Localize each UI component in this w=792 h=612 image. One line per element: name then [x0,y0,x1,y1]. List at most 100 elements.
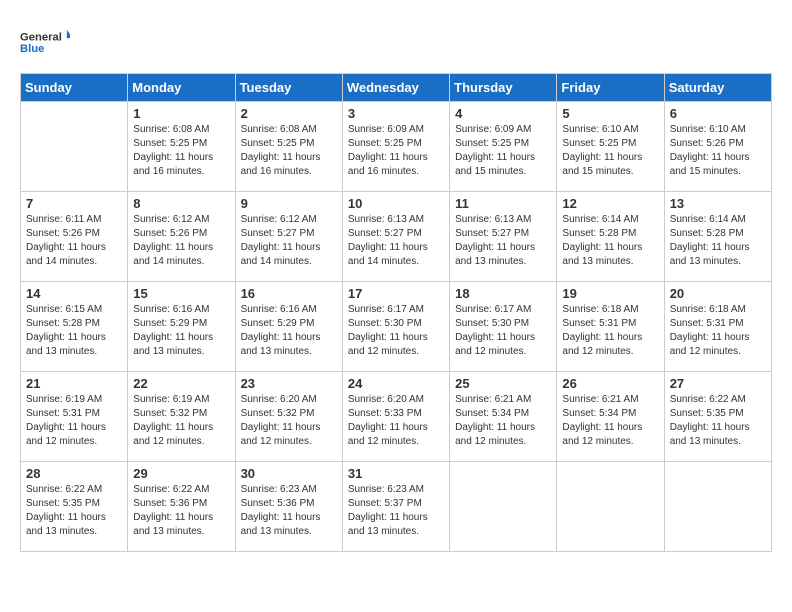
day-info: Sunrise: 6:22 AMSunset: 5:35 PMDaylight:… [670,393,766,449]
calendar-cell: 9 Sunrise: 6:12 AMSunset: 5:27 PMDaylight… [235,192,342,282]
calendar-cell: 12Sunrise: 6:14 AMSunset: 5:28 PMDayligh… [557,192,664,282]
calendar-cell: 20 Sunrise: 6:18 AMSunset: 5:31 PMDayligh… [664,282,771,372]
day-info: Sunrise: 6:20 AMSunset: 5:33 PMDaylight:… [348,393,444,449]
day-number: 19 [562,286,658,301]
svg-text:General: General [20,32,62,44]
calendar-cell: 6 Sunrise: 6:10 AMSunset: 5:26 PMDaylight… [664,102,771,192]
day-info: Sunrise: 6:12 AMSunset: 5:27 PMDaylight:… [241,213,337,269]
calendar-cell: 19Sunrise: 6:18 AMSunset: 5:31 PMDayligh… [557,282,664,372]
logo: General Blue [20,20,70,65]
day-info: Sunrise: 6:13 AMSunset: 5:27 PMDaylight:… [455,213,551,269]
header-wednesday: Wednesday [342,74,449,102]
day-number: 13 [670,196,766,211]
day-number: 10 [348,196,444,211]
day-info: Sunrise: 6:12 AMSunset: 5:26 PMDaylight:… [133,213,229,269]
calendar-cell: 25 Sunrise: 6:21 AMSunset: 5:34 PMDayligh… [450,372,557,462]
day-number: 24 [348,376,444,391]
day-number: 16 [241,286,337,301]
day-info: Sunrise: 6:10 AMSunset: 5:26 PMDaylight:… [670,123,766,179]
day-info: Sunrise: 6:17 AMSunset: 5:30 PMDaylight:… [348,303,444,359]
day-number: 8 [133,196,229,211]
calendar-cell: 23 Sunrise: 6:20 AMSunset: 5:32 PMDayligh… [235,372,342,462]
calendar-cell: 13 Sunrise: 6:14 AMSunset: 5:28 PMDayligh… [664,192,771,282]
week-row-5: 28 Sunrise: 6:22 AMSunset: 5:35 PMDayligh… [21,462,772,552]
calendar-cell: 28 Sunrise: 6:22 AMSunset: 5:35 PMDayligh… [21,462,128,552]
calendar-cell: 11Sunrise: 6:13 AMSunset: 5:27 PMDayligh… [450,192,557,282]
calendar-cell: 31Sunrise: 6:23 AMSunset: 5:37 PMDayligh… [342,462,449,552]
calendar-cell [664,462,771,552]
day-info: Sunrise: 6:16 AMSunset: 5:29 PMDaylight:… [241,303,337,359]
calendar-cell: 30 Sunrise: 6:23 AMSunset: 5:36 PMDayligh… [235,462,342,552]
logo-svg: General Blue [20,20,70,65]
day-info: Sunrise: 6:21 AMSunset: 5:34 PMDaylight:… [455,393,551,449]
day-number: 9 [241,196,337,211]
header-monday: Monday [128,74,235,102]
calendar-cell: 1 Sunrise: 6:08 AMSunset: 5:25 PMDaylight… [128,102,235,192]
calendar-cell: 10 Sunrise: 6:13 AMSunset: 5:27 PMDayligh… [342,192,449,282]
day-info: Sunrise: 6:22 AMSunset: 5:36 PMDaylight:… [133,483,229,539]
day-info: Sunrise: 6:16 AMSunset: 5:29 PMDaylight:… [133,303,229,359]
day-number: 25 [455,376,551,391]
calendar-cell: 26 Sunrise: 6:21 AMSunset: 5:34 PMDayligh… [557,372,664,462]
calendar-cell: 16 Sunrise: 6:16 AMSunset: 5:29 PMDayligh… [235,282,342,372]
calendar-cell: 4Sunrise: 6:09 AMSunset: 5:25 PMDaylight… [450,102,557,192]
day-number: 2 [241,106,337,121]
day-info: Sunrise: 6:08 AMSunset: 5:25 PMDaylight:… [133,123,229,179]
calendar-table: SundayMondayTuesdayWednesdayThursdayFrid… [20,73,772,552]
calendar-cell: 18 Sunrise: 6:17 AMSunset: 5:30 PMDayligh… [450,282,557,372]
week-row-3: 14 Sunrise: 6:15 AMSunset: 5:28 PMDayligh… [21,282,772,372]
day-info: Sunrise: 6:18 AMSunset: 5:31 PMDaylight:… [670,303,766,359]
calendar-header-row: SundayMondayTuesdayWednesdayThursdayFrid… [21,74,772,102]
header-sunday: Sunday [21,74,128,102]
calendar-cell: 29 Sunrise: 6:22 AMSunset: 5:36 PMDayligh… [128,462,235,552]
calendar-cell [557,462,664,552]
day-number: 28 [26,466,122,481]
header-thursday: Thursday [450,74,557,102]
day-number: 27 [670,376,766,391]
calendar-cell: 17 Sunrise: 6:17 AMSunset: 5:30 PMDayligh… [342,282,449,372]
calendar-cell: 24 Sunrise: 6:20 AMSunset: 5:33 PMDayligh… [342,372,449,462]
day-number: 30 [241,466,337,481]
week-row-2: 7 Sunrise: 6:11 AMSunset: 5:26 PMDaylight… [21,192,772,282]
day-number: 23 [241,376,337,391]
day-number: 7 [26,196,122,211]
calendar-cell: 2 Sunrise: 6:08 AMSunset: 5:25 PMDaylight… [235,102,342,192]
day-info: Sunrise: 6:20 AMSunset: 5:32 PMDaylight:… [241,393,337,449]
day-number: 15 [133,286,229,301]
svg-text:Blue: Blue [20,43,44,55]
day-info: Sunrise: 6:08 AMSunset: 5:25 PMDaylight:… [241,123,337,179]
day-info: Sunrise: 6:09 AMSunset: 5:25 PMDaylight:… [348,123,444,179]
day-info: Sunrise: 6:23 AMSunset: 5:36 PMDaylight:… [241,483,337,539]
day-info: Sunrise: 6:19 AMSunset: 5:32 PMDaylight:… [133,393,229,449]
calendar-cell: 8 Sunrise: 6:12 AMSunset: 5:26 PMDaylight… [128,192,235,282]
week-row-4: 21Sunrise: 6:19 AMSunset: 5:31 PMDayligh… [21,372,772,462]
calendar-cell [21,102,128,192]
day-number: 1 [133,106,229,121]
day-number: 17 [348,286,444,301]
calendar-cell: 14 Sunrise: 6:15 AMSunset: 5:28 PMDayligh… [21,282,128,372]
day-info: Sunrise: 6:14 AMSunset: 5:28 PMDaylight:… [562,213,658,269]
day-info: Sunrise: 6:14 AMSunset: 5:28 PMDaylight:… [670,213,766,269]
day-info: Sunrise: 6:15 AMSunset: 5:28 PMDaylight:… [26,303,122,359]
day-number: 4 [455,106,551,121]
day-info: Sunrise: 6:13 AMSunset: 5:27 PMDaylight:… [348,213,444,269]
header-friday: Friday [557,74,664,102]
calendar-cell: 27 Sunrise: 6:22 AMSunset: 5:35 PMDayligh… [664,372,771,462]
day-info: Sunrise: 6:17 AMSunset: 5:30 PMDaylight:… [455,303,551,359]
day-number: 3 [348,106,444,121]
day-number: 21 [26,376,122,391]
day-info: Sunrise: 6:11 AMSunset: 5:26 PMDaylight:… [26,213,122,269]
calendar-cell: 3 Sunrise: 6:09 AMSunset: 5:25 PMDaylight… [342,102,449,192]
day-number: 20 [670,286,766,301]
calendar-cell: 5Sunrise: 6:10 AMSunset: 5:25 PMDaylight… [557,102,664,192]
day-number: 6 [670,106,766,121]
calendar-cell: 15 Sunrise: 6:16 AMSunset: 5:29 PMDayligh… [128,282,235,372]
day-number: 29 [133,466,229,481]
day-info: Sunrise: 6:21 AMSunset: 5:34 PMDaylight:… [562,393,658,449]
day-info: Sunrise: 6:22 AMSunset: 5:35 PMDaylight:… [26,483,122,539]
calendar-cell: 7 Sunrise: 6:11 AMSunset: 5:26 PMDaylight… [21,192,128,282]
header-tuesday: Tuesday [235,74,342,102]
day-number: 26 [562,376,658,391]
day-number: 18 [455,286,551,301]
day-number: 14 [26,286,122,301]
